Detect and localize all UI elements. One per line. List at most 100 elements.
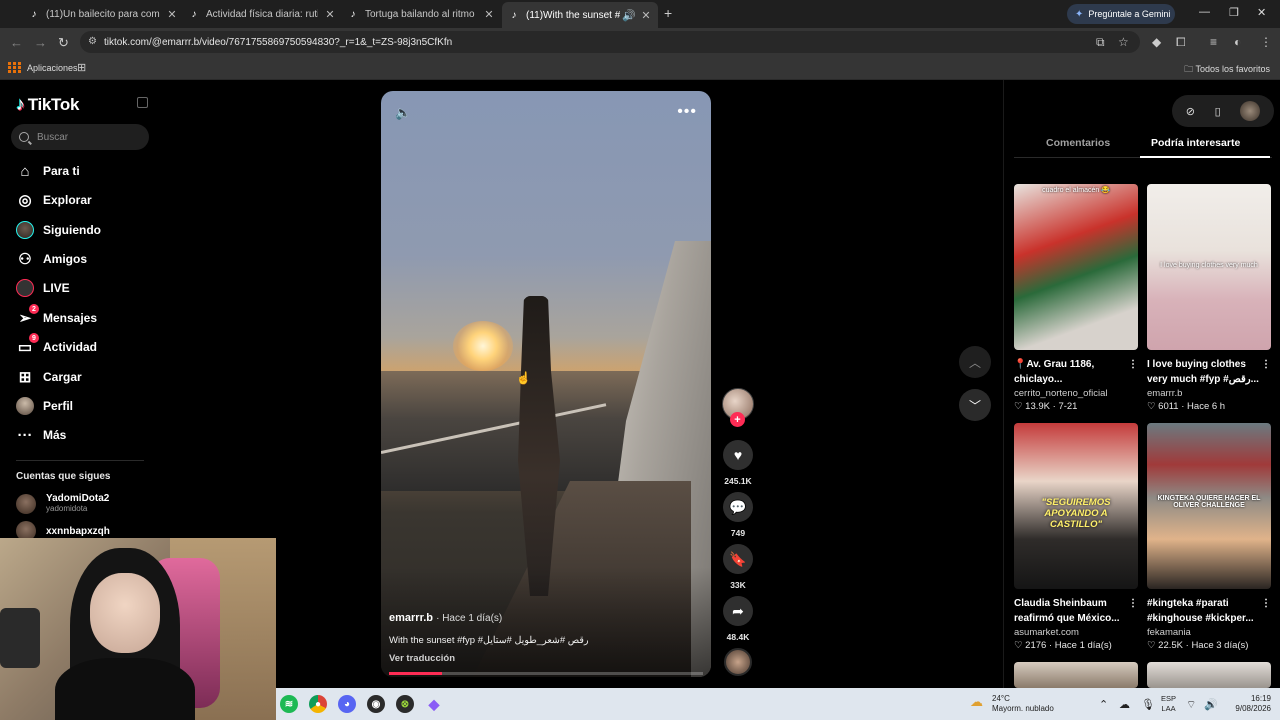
close-tab-icon[interactable]: ✕	[166, 8, 178, 21]
compass-icon[interactable]: ⊘	[1186, 105, 1195, 118]
system-clock[interactable]: 16:19 9/08/2026	[1231, 694, 1271, 714]
volume-icon[interactable]: 🔈	[395, 105, 411, 121]
more-options-icon[interactable]: ⋮	[1128, 596, 1138, 611]
phone-icon[interactable]: ▯	[1215, 105, 1221, 118]
xbox-icon[interactable]: ⊗	[396, 695, 414, 713]
profile-icon[interactable]: ◐	[1234, 35, 1241, 49]
collapse-sidebar-icon[interactable]	[137, 97, 148, 108]
back-icon[interactable]: ←	[10, 35, 23, 50]
share-count: 48.4K	[726, 632, 750, 642]
apps-bookmark[interactable]: Aplicaciones	[8, 62, 78, 73]
sidebar-item-mensajes[interactable]: ➢ 2 Mensajes	[16, 304, 97, 329]
followed-account[interactable]: YadomiDota2 yadomidota	[16, 493, 109, 514]
webcam-body	[55, 658, 195, 720]
follow-plus-icon[interactable]: +	[730, 412, 745, 427]
close-window-icon[interactable]: ✕	[1257, 6, 1266, 19]
gemini-button[interactable]: ✦ Pregúntale a Gemini	[1067, 4, 1175, 24]
chevron-down-icon[interactable]: ﹀	[959, 389, 991, 421]
speaker-icon[interactable]: 🔊	[622, 9, 636, 22]
sidebar-item-cargar[interactable]: ⊞ Cargar	[16, 366, 82, 388]
close-tab-icon[interactable]: ✕	[640, 9, 652, 22]
browser-tab-active[interactable]: ♪ (11)With the sunset #fyp # 🔊 ✕	[502, 2, 658, 28]
compass-icon: ◎	[18, 192, 32, 209]
menu-kebab-icon[interactable]: ⋮	[1260, 35, 1272, 49]
all-favorites-folder[interactable]: 🗀 Todos los favoritos	[1184, 62, 1270, 78]
video-thumbnail[interactable]	[1147, 662, 1271, 688]
extensions-icon[interactable]: ⧠	[1176, 35, 1186, 50]
discord-icon[interactable]: ◕	[338, 695, 356, 713]
volume-icon[interactable]: 🔊	[1204, 698, 1218, 711]
webcam-fan	[0, 608, 40, 668]
sidebar-item-perfil[interactable]: Perfil	[16, 395, 73, 417]
like-heart-icon[interactable]: ♥	[723, 440, 753, 470]
tiktok-icon: ♪	[350, 8, 356, 20]
browser-tab[interactable]: ♪ Tortuga bailando al ritmo 'tra tr ✕	[347, 4, 495, 24]
card-author[interactable]: asumarket.com	[1014, 627, 1138, 638]
new-tab-button[interactable]: +	[664, 5, 672, 21]
cloud-icon[interactable]: ☁	[1119, 698, 1130, 711]
site-info-icon[interactable]: ⚙	[88, 36, 97, 47]
card-author[interactable]: emarrr.b	[1147, 388, 1271, 399]
forward-icon[interactable]: →	[34, 35, 47, 50]
video-author[interactable]: emarrr.b · Hace 1 día(s)	[389, 612, 502, 624]
sidebar-item-para-ti[interactable]: ⌂ Para ti	[16, 160, 79, 182]
share-arrow-icon[interactable]: ➦	[723, 596, 753, 626]
maximize-icon[interactable]: ❐	[1229, 6, 1239, 19]
video-card[interactable]: I love buying clothes very much I love b…	[1147, 184, 1271, 412]
spotify-icon[interactable]: ≋	[280, 695, 298, 713]
card-author[interactable]: cerrito_norteno_oficial	[1014, 388, 1138, 399]
obs-icon[interactable]: ◉	[367, 695, 385, 713]
tab-podria-interesarte[interactable]: Podría interesarte	[1151, 137, 1240, 149]
sidebar-item-mas[interactable]: ··· Más	[16, 424, 67, 446]
video-player[interactable]: 🔈 ••• ☝ emarrr.b · Hace 1 día(s) With th…	[381, 91, 711, 677]
weather-widget[interactable]: ☁ 24°C Mayorm. nublado	[970, 694, 1054, 714]
tab-groups-icon[interactable]: ⊞	[77, 61, 86, 74]
video-thumbnail[interactable]: KINGTEKA QUIERE HACER EL OLIVER CHALLENG…	[1147, 423, 1271, 589]
card-author[interactable]: fekamania	[1147, 627, 1271, 638]
chevron-up-icon[interactable]: ︿	[959, 346, 991, 378]
sidebar-item-amigos[interactable]: ⚇ Amigos	[16, 248, 87, 270]
close-tab-icon[interactable]: ✕	[483, 8, 495, 21]
browser-tab[interactable]: ♪ Actividad física diaria: rutina fác ✕	[188, 4, 336, 24]
more-options-icon[interactable]: ⋮	[1261, 596, 1271, 611]
more-options-icon[interactable]: ⋮	[1261, 357, 1271, 372]
video-thumbnail[interactable]: cuadro el almacén 😂	[1014, 184, 1138, 350]
language-indicator[interactable]: ESP LAA	[1161, 694, 1176, 714]
wifi-icon[interactable]: ⌔	[1186, 698, 1196, 712]
video-card[interactable]: cuadro el almacén 😂 📍Av. Grau 1186, chic…	[1014, 184, 1138, 412]
sidebar-item-explorar[interactable]: ◎ Explorar	[16, 189, 91, 211]
extension-diamond-icon[interactable]: ◆	[1152, 35, 1161, 49]
sidebar-item-siguiendo[interactable]: Siguiendo	[16, 219, 101, 241]
video-progress-bar[interactable]	[389, 672, 703, 675]
video-thumbnail[interactable]: "SEGUIREMOS APOYANDO A CASTILLO"	[1014, 423, 1138, 589]
video-card[interactable]: KINGTEKA QUIERE HACER EL OLIVER CHALLENG…	[1147, 423, 1271, 651]
card-caption: 📍Av. Grau 1186, chiclayo... ⋮	[1014, 357, 1138, 385]
video-thumbnail[interactable]	[1014, 662, 1138, 688]
reload-icon[interactable]: ↻	[58, 35, 69, 51]
translate-link[interactable]: Ver traducción	[389, 653, 455, 664]
chevron-up-icon[interactable]: ⌃	[1099, 698, 1108, 711]
tiktok-logo[interactable]: ♪ TikTok	[16, 94, 79, 115]
sidebar-item-actividad[interactable]: ▭ 9 Actividad	[16, 333, 97, 358]
install-app-icon[interactable]: ⧉	[1096, 35, 1105, 50]
comment-icon[interactable]: 💬	[723, 492, 753, 522]
video-thumbnail[interactable]: I love buying clothes very much	[1147, 184, 1271, 350]
bookmark-icon[interactable]: 🔖	[723, 544, 753, 574]
tab-comentarios[interactable]: Comentarios	[1046, 137, 1110, 149]
browser-tab[interactable]: ♪ (11)Un bailecito para comenzar ✕	[28, 4, 178, 24]
more-options-icon[interactable]: •••	[677, 103, 697, 121]
search-input[interactable]: Buscar	[11, 124, 149, 150]
media-control-icon[interactable]: ≡	[1210, 35, 1217, 49]
avatar[interactable]	[1240, 101, 1261, 121]
minimize-icon[interactable]: —	[1199, 6, 1210, 18]
video-card[interactable]: "SEGUIREMOS APOYANDO A CASTILLO" Claudia…	[1014, 423, 1138, 651]
music-disc-icon[interactable]	[724, 648, 752, 676]
close-tab-icon[interactable]: ✕	[324, 8, 336, 21]
microphone-icon[interactable]: 🎙	[1141, 698, 1155, 711]
app-diamond-icon[interactable]: ◆	[425, 695, 443, 713]
url-input[interactable]: ⚙ tiktok.com/@emarrr.b/video/76717558697…	[80, 31, 1140, 53]
sidebar-item-live[interactable]: LIVE	[16, 277, 70, 299]
bookmark-star-icon[interactable]: ☆	[1118, 35, 1129, 49]
chrome-icon[interactable]: ●	[309, 695, 327, 713]
more-options-icon[interactable]: ⋮	[1128, 357, 1138, 372]
